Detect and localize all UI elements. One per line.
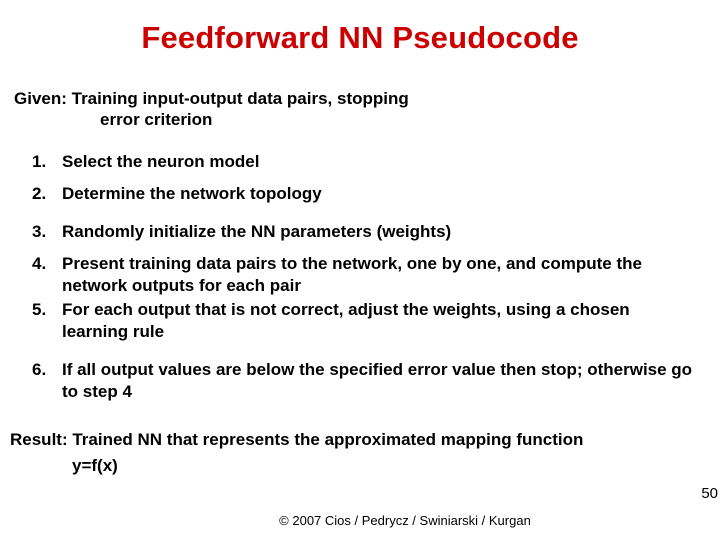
step-3: 3. Randomly initialize the NN parameters… bbox=[32, 221, 720, 243]
step-3-text: Randomly initialize the NN parameters (w… bbox=[62, 221, 471, 243]
step-1: 1. Select the neuron model bbox=[32, 151, 720, 173]
step-4-num: 4. bbox=[32, 253, 62, 297]
result-line2: y=f(x) bbox=[72, 453, 720, 479]
step-6: 6. If all output values are below the sp… bbox=[32, 359, 720, 403]
step-2: 2. Determine the network topology bbox=[32, 183, 720, 205]
step-6-text: If all output values are below the speci… bbox=[62, 359, 720, 403]
step-6-num: 6. bbox=[32, 359, 62, 403]
step-5: 5. For each output that is not correct, … bbox=[32, 299, 720, 343]
result-block: Result: Trained NN that represents the a… bbox=[10, 427, 720, 478]
step-2-text: Determine the network topology bbox=[62, 183, 342, 205]
step-3-num: 3. bbox=[32, 221, 62, 243]
given-line2: error criterion bbox=[100, 109, 720, 130]
slide: Feedforward NN Pseudocode Given: Trainin… bbox=[0, 0, 720, 540]
copyright-text: © 2007 Cios / Pedrycz / Swiniarski / Kur… bbox=[0, 513, 720, 528]
slide-title: Feedforward NN Pseudocode bbox=[0, 0, 720, 56]
step-5-num: 5. bbox=[32, 299, 62, 343]
steps-list: 1. Select the neuron model 2. Determine … bbox=[32, 151, 720, 404]
step-2-num: 2. bbox=[32, 183, 62, 205]
given-line1: Given: Training input-output data pairs,… bbox=[14, 89, 409, 108]
given-block: Given: Training input-output data pairs,… bbox=[14, 88, 720, 131]
step-4: 4. Present training data pairs to the ne… bbox=[32, 253, 720, 297]
step-4-text: Present training data pairs to the netwo… bbox=[62, 253, 720, 297]
page-number: 50 bbox=[701, 485, 718, 502]
step-5-text: For each output that is not correct, adj… bbox=[62, 299, 720, 343]
result-line1: Result: Trained NN that represents the a… bbox=[10, 430, 583, 449]
step-1-num: 1. bbox=[32, 151, 62, 173]
step-1-text: Select the neuron model bbox=[62, 151, 279, 173]
